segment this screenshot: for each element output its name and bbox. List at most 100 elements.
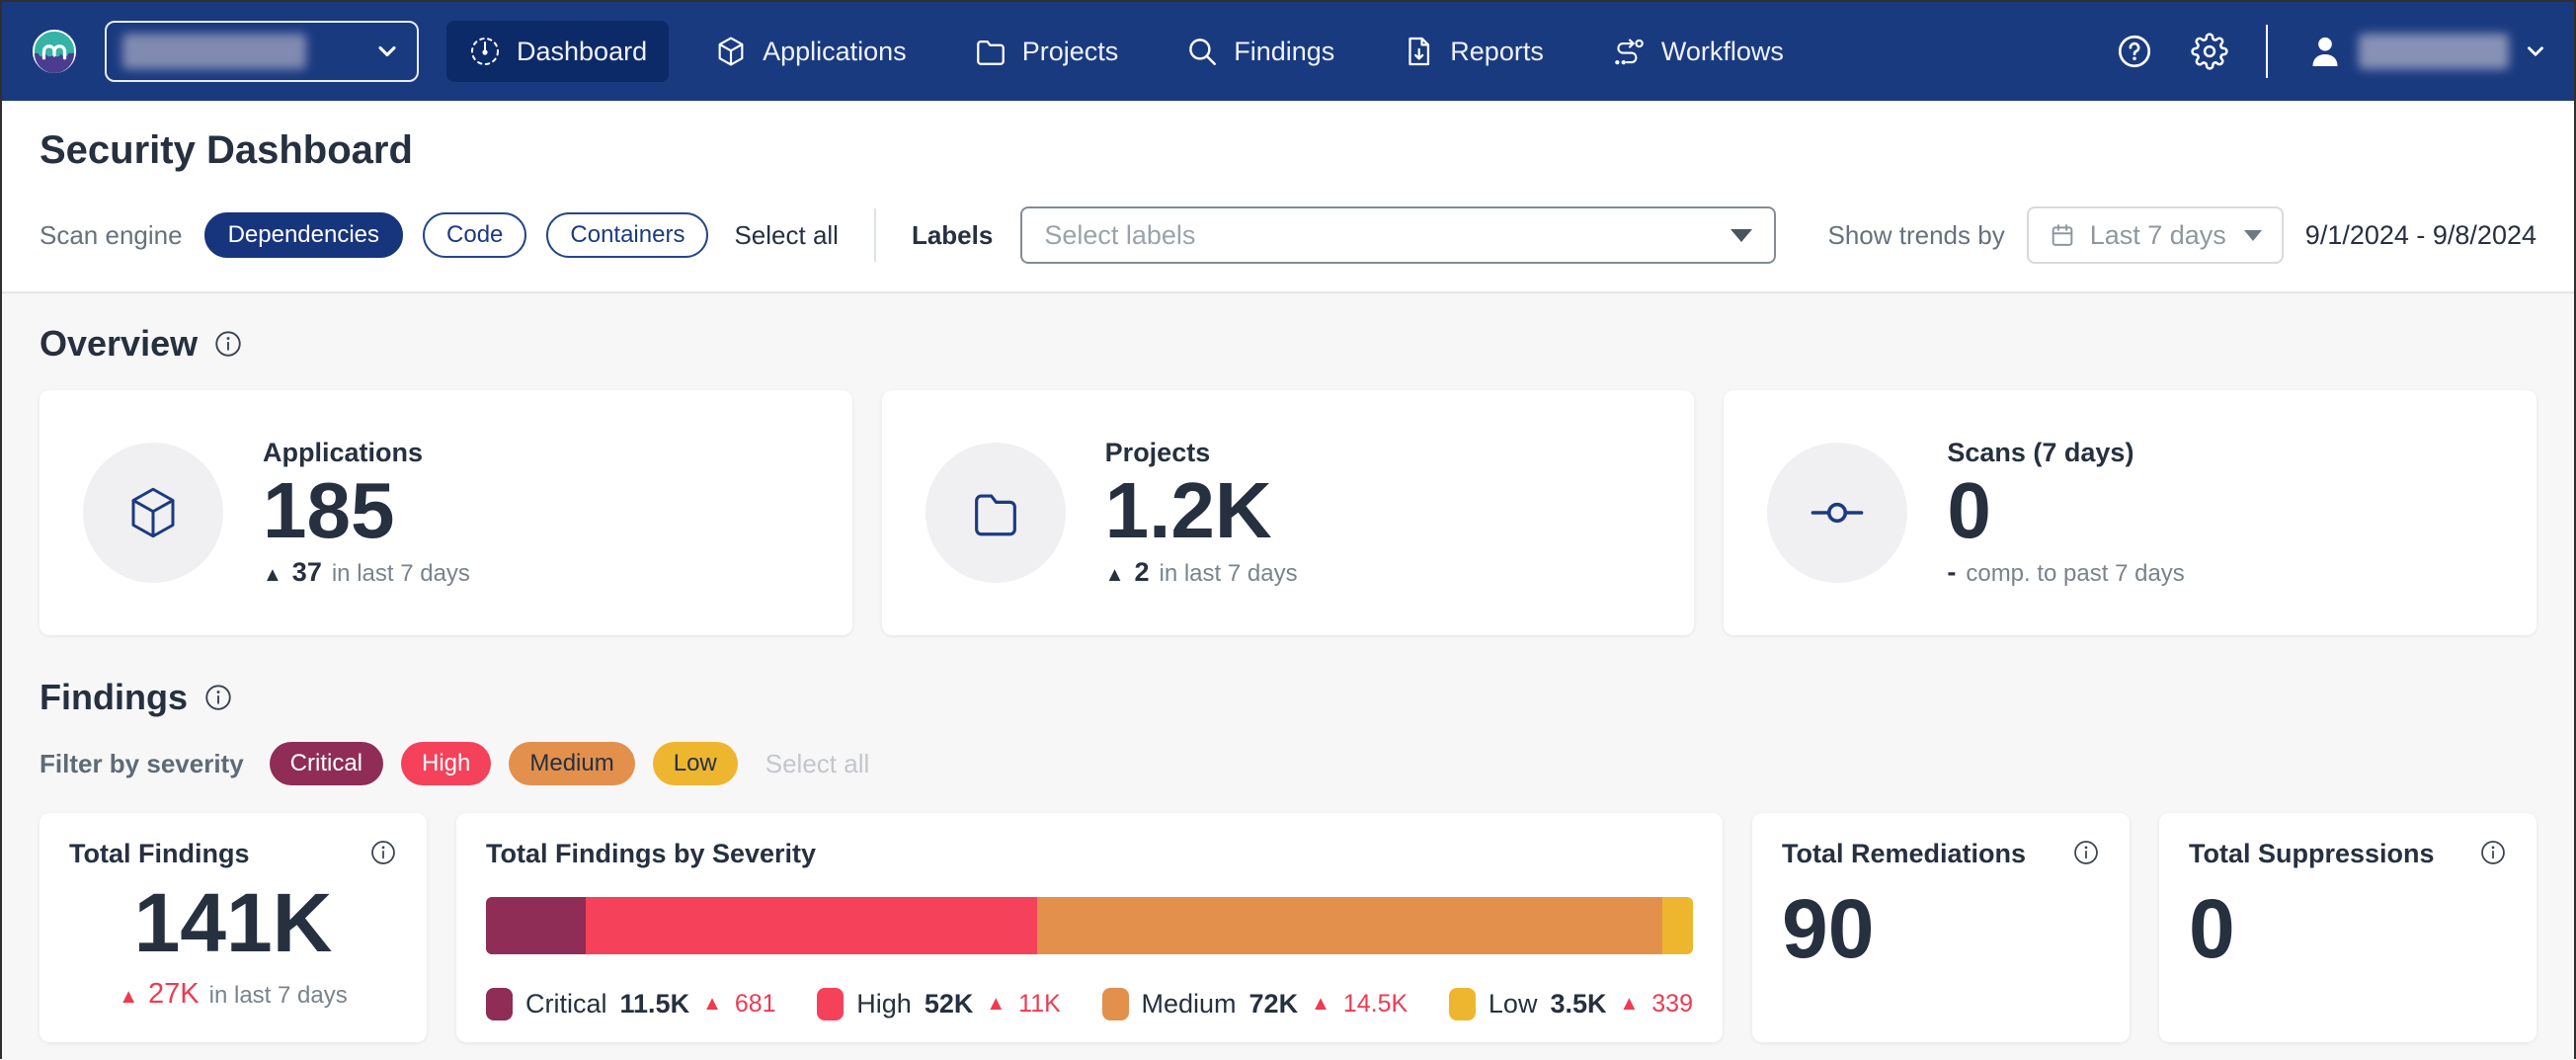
findings-title: Findings bbox=[40, 677, 188, 718]
labels-placeholder: Select labels bbox=[1044, 220, 1195, 251]
folder-icon bbox=[974, 35, 1007, 68]
card-title: Scans (7 days) bbox=[1947, 438, 2184, 468]
overview-title: Overview bbox=[40, 323, 198, 365]
nav-item-label: Applications bbox=[763, 37, 907, 67]
legend-item-high: High 52K ▲ 11K bbox=[817, 988, 1061, 1020]
severity-pill-high[interactable]: High bbox=[401, 742, 491, 785]
trend-range-dropdown[interactable]: Last 7 days bbox=[2027, 206, 2284, 264]
main-nav: Dashboard Applications Projects bbox=[446, 21, 1806, 82]
card-value: 1.2K bbox=[1105, 468, 1298, 553]
chip-dependencies[interactable]: Dependencies bbox=[204, 212, 403, 258]
total-findings-card: Total Findings 141K ▲ 27K in last 7 days bbox=[40, 813, 427, 1042]
nav-item-label: Findings bbox=[1234, 37, 1334, 67]
chip-code[interactable]: Code bbox=[423, 212, 526, 258]
scan-engine-select-all[interactable]: Select all bbox=[734, 220, 839, 251]
total-suppressions-card: Total Suppressions 0 bbox=[2159, 813, 2536, 1042]
help-icon[interactable] bbox=[2116, 33, 2153, 70]
findings-cards: Total Findings 141K ▲ 27K in last 7 days… bbox=[40, 813, 2536, 1042]
nav-item-findings[interactable]: Findings bbox=[1164, 21, 1356, 82]
nav-item-workflows[interactable]: Workflows bbox=[1589, 21, 1806, 82]
card-title: Total Remediations bbox=[1782, 839, 2026, 869]
legend-swatch bbox=[486, 988, 513, 1020]
severity-filter-row: Filter by severity Critical High Medium … bbox=[40, 742, 2536, 785]
overview-cards: Applications 185 ▲ 37 in last 7 days Pro… bbox=[40, 390, 2536, 635]
dropdown-caret-icon bbox=[1731, 229, 1752, 242]
delta-up-icon: ▲ bbox=[1105, 564, 1125, 587]
card-title: Projects bbox=[1105, 438, 1298, 468]
delta-up-icon: ▲ bbox=[119, 986, 138, 1009]
scans-card: Scans (7 days) 0 - comp. to past 7 days bbox=[1724, 390, 2536, 635]
trend-range-value: Last 7 days bbox=[2090, 220, 2226, 251]
labels-label: Labels bbox=[912, 220, 993, 251]
card-title: Total Findings by Severity bbox=[486, 839, 816, 868]
card-delta: ▲ 27K in last 7 days bbox=[69, 978, 397, 1011]
info-icon[interactable] bbox=[213, 329, 243, 359]
folder-icon bbox=[926, 443, 1066, 583]
legend-item-low: Low 3.5K ▲ 339 bbox=[1449, 988, 1693, 1020]
nav-right-cluster bbox=[2116, 25, 2548, 78]
info-icon[interactable] bbox=[203, 683, 233, 712]
search-icon bbox=[1185, 35, 1219, 68]
delta-up-icon: ▲ bbox=[1311, 993, 1330, 1016]
nav-item-projects[interactable]: Projects bbox=[952, 21, 1141, 82]
labels-select-input[interactable]: Select labels bbox=[1020, 206, 1776, 264]
card-value: 0 bbox=[1947, 468, 2184, 553]
severity-pill-low[interactable]: Low bbox=[653, 742, 738, 785]
findings-section-header: Findings bbox=[40, 677, 2536, 718]
info-icon[interactable] bbox=[369, 839, 397, 866]
chevron-down-icon bbox=[373, 38, 401, 65]
cube-icon bbox=[83, 443, 223, 583]
dropdown-caret-icon bbox=[2244, 230, 2262, 241]
gauge-icon bbox=[468, 35, 502, 68]
delta-up-icon: ▲ bbox=[702, 993, 722, 1016]
card-value: 0 bbox=[2189, 887, 2507, 970]
severity-pill-medium[interactable]: Medium bbox=[509, 742, 634, 785]
info-icon[interactable] bbox=[2479, 839, 2507, 866]
card-delta: ▲ 2 in last 7 days bbox=[1105, 557, 1298, 588]
org-selector-dropdown[interactable] bbox=[105, 21, 419, 82]
card-title: Total Suppressions bbox=[2189, 839, 2435, 869]
nav-item-reports[interactable]: Reports bbox=[1380, 21, 1566, 82]
scan-icon bbox=[1767, 443, 1907, 583]
trends-cluster: Show trends by Last 7 days 9/1/2024 - 9/… bbox=[1827, 206, 2536, 264]
user-name-redacted bbox=[2359, 34, 2509, 69]
user-menu[interactable] bbox=[2305, 32, 2548, 71]
show-trends-label: Show trends by bbox=[1827, 220, 2004, 251]
nav-divider bbox=[2266, 25, 2268, 78]
cube-icon bbox=[714, 35, 748, 68]
projects-card: Projects 1.2K ▲ 2 in last 7 days bbox=[882, 390, 1695, 635]
main-content: Overview Applications 185 ▲ 37 in last 7… bbox=[2, 293, 2574, 1060]
date-range: 9/1/2024 - 9/8/2024 bbox=[2305, 220, 2536, 251]
findings-by-severity-card: Total Findings by Severity Critical 11.5… bbox=[456, 813, 1723, 1042]
scan-engine-chips: Dependencies Code Containers bbox=[204, 212, 709, 258]
severity-select-all[interactable]: Select all bbox=[765, 749, 870, 779]
delta-up-icon: ▲ bbox=[986, 993, 1006, 1016]
severity-stacked-bar bbox=[486, 897, 1693, 954]
filter-divider bbox=[874, 208, 876, 262]
card-title: Total Findings bbox=[69, 839, 249, 869]
page-header: Security Dashboard Scan engine Dependenc… bbox=[2, 101, 2574, 291]
nav-item-label: Dashboard bbox=[517, 37, 647, 67]
severity-pills: Critical High Medium Low bbox=[270, 742, 738, 785]
gear-icon[interactable] bbox=[2191, 33, 2228, 70]
nav-item-applications[interactable]: Applications bbox=[692, 21, 928, 82]
severity-pill-critical[interactable]: Critical bbox=[270, 742, 383, 785]
legend-swatch bbox=[1102, 988, 1129, 1020]
delta-up-icon: ▲ bbox=[1619, 993, 1639, 1016]
card-value: 141K bbox=[69, 881, 397, 964]
mend-logo[interactable] bbox=[32, 29, 77, 74]
bar-segment-medium bbox=[1037, 897, 1662, 954]
card-delta: ▲ 37 in last 7 days bbox=[263, 557, 470, 588]
findings-section: Findings Filter by severity Critical Hig… bbox=[40, 677, 2536, 1042]
info-icon[interactable] bbox=[2072, 839, 2100, 866]
delta-up-icon: ▲ bbox=[263, 564, 282, 587]
org-name-redacted bbox=[122, 34, 306, 69]
chip-containers[interactable]: Containers bbox=[546, 212, 708, 258]
nav-item-dashboard[interactable]: Dashboard bbox=[446, 21, 669, 82]
card-value: 90 bbox=[1782, 887, 2100, 970]
legend-item-critical: Critical 11.5K ▲ 681 bbox=[486, 988, 776, 1020]
card-delta: - comp. to past 7 days bbox=[1947, 557, 2184, 588]
legend-swatch bbox=[1449, 988, 1476, 1020]
nav-item-label: Projects bbox=[1022, 37, 1119, 67]
bar-segment-low bbox=[1662, 897, 1693, 954]
